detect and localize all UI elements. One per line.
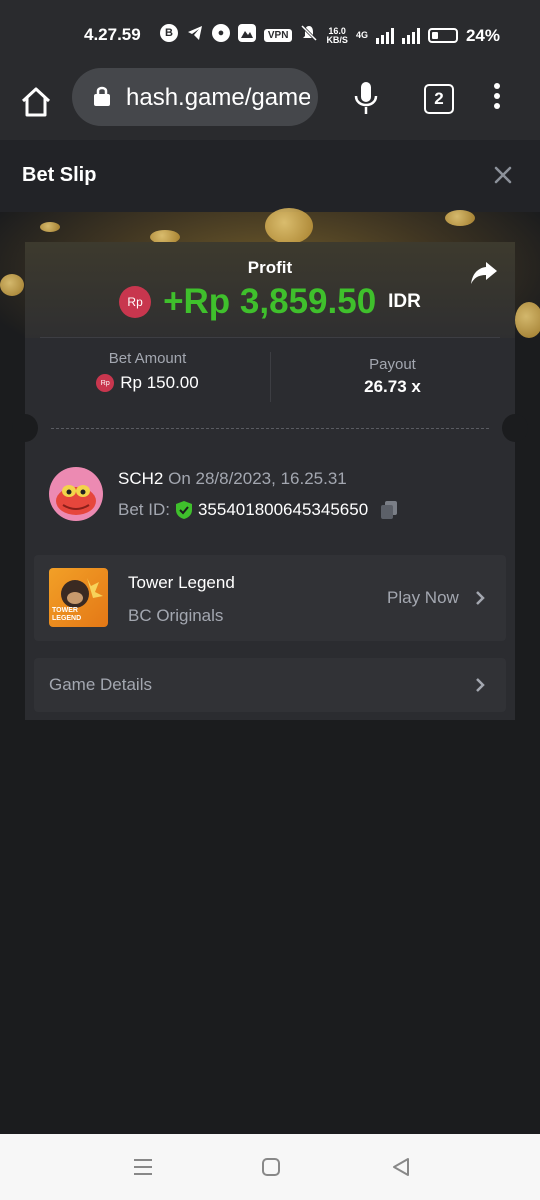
telegram-icon xyxy=(186,24,204,47)
home-icon[interactable] xyxy=(18,84,54,120)
play-now-button[interactable]: Play Now xyxy=(387,588,459,608)
system-status-icons: VPN 16.0 KB/S 4G 24% xyxy=(263,24,500,47)
game-details-row[interactable]: Game Details xyxy=(34,658,506,712)
page-title: Bet Slip xyxy=(22,164,97,186)
chevron-right-icon xyxy=(476,678,485,692)
network-type: 4G xyxy=(355,30,368,40)
system-navigation-bar xyxy=(0,1134,540,1200)
b-app-icon: B xyxy=(160,24,178,42)
dashed-separator xyxy=(51,428,489,429)
lock-icon xyxy=(94,86,110,106)
bet-id-line: Bet ID: 355401800645345650 xyxy=(118,500,398,520)
user-line: SCH2 On 28/8/2023, 16.25.31 xyxy=(118,469,347,489)
coin-decoration xyxy=(40,222,60,232)
payout-block: Payout 26.73 x xyxy=(270,356,515,397)
ticket-notch-right xyxy=(502,414,528,442)
back-nav-icon[interactable] xyxy=(390,1156,412,1178)
coin-app-icon: ● xyxy=(212,24,230,42)
bet-id-value: 355401800645345650 xyxy=(197,500,369,519)
payout-label: Payout xyxy=(369,356,416,373)
more-menu-icon[interactable] xyxy=(490,83,504,113)
chevron-right-icon xyxy=(476,591,485,605)
mountain-app-icon xyxy=(238,24,256,47)
profit-label: Profit xyxy=(247,258,293,277)
game-provider: BC Originals xyxy=(128,606,224,625)
home-nav-icon[interactable] xyxy=(260,1156,282,1178)
profit-row: Rp +Rp 3,859.50 IDR xyxy=(25,282,515,322)
status-bar: 4.27.59 B ● VPN 16.0 KB/S 4G 24% xyxy=(0,0,540,70)
currency-icon: Rp xyxy=(119,286,152,318)
recent-apps-icon[interactable] xyxy=(132,1156,154,1178)
username: SCH2 xyxy=(118,469,164,488)
coin-decoration xyxy=(445,210,475,226)
bet-slip-header: Bet Slip xyxy=(0,140,540,212)
avatar xyxy=(49,467,103,521)
speed-unit: KB/S xyxy=(326,34,348,45)
game-name: Tower Legend xyxy=(128,573,235,592)
game-thumbnail: TOWER LEGEND xyxy=(49,568,108,627)
bet-slip-card: Profit Rp +Rp 3,859.50 IDR Bet Amount Rp… xyxy=(12,242,528,720)
mute-icon xyxy=(300,24,318,47)
address-bar[interactable]: hash.game/game xyxy=(72,68,318,126)
signal-icon-2 xyxy=(401,27,420,44)
tab-switcher-button[interactable]: 2 xyxy=(424,84,454,114)
bet-amount-block: Bet Amount Rp Rp 150.00 xyxy=(25,350,270,393)
currency-small-icon: Rp xyxy=(96,374,115,392)
payout-value: 26.73 x xyxy=(364,377,421,396)
network-speed: 16.0 KB/S xyxy=(326,26,348,45)
battery-percent: 24% xyxy=(465,25,500,45)
bet-amount-value: Rp 150.00 xyxy=(120,373,199,392)
notification-icons: B ● xyxy=(160,24,256,47)
coin-decoration xyxy=(0,274,24,296)
close-icon[interactable] xyxy=(492,164,514,186)
ticket-notch-left xyxy=(12,414,38,442)
coin-decoration xyxy=(515,302,540,338)
bet-amount-label: Bet Amount xyxy=(108,350,187,367)
vpn-badge: VPN xyxy=(263,29,293,42)
verified-shield-icon xyxy=(175,501,192,519)
game-details-label: Game Details xyxy=(49,675,152,694)
share-icon[interactable] xyxy=(469,260,499,286)
game-thumbnail-text: TOWER LEGEND xyxy=(52,607,82,622)
copy-icon[interactable] xyxy=(380,500,398,520)
game-row[interactable]: TOWER LEGEND Tower Legend BC Originals P… xyxy=(34,555,506,641)
microphone-icon[interactable] xyxy=(352,80,380,116)
profit-currency: IDR xyxy=(388,291,421,312)
divider xyxy=(40,337,500,338)
status-time: 4.27.59 xyxy=(84,25,141,44)
coin-decoration xyxy=(265,208,313,244)
profit-amount: +Rp 3,859.50 xyxy=(163,282,377,321)
bet-date: On 28/8/2023, 16.25.31 xyxy=(168,469,347,488)
signal-icon xyxy=(375,27,394,44)
url-text: hash.game/game xyxy=(126,84,310,111)
bet-amount-row: Rp Rp 150.00 xyxy=(25,373,270,393)
battery-icon xyxy=(427,28,458,43)
bet-id-label: Bet ID: xyxy=(118,500,170,519)
